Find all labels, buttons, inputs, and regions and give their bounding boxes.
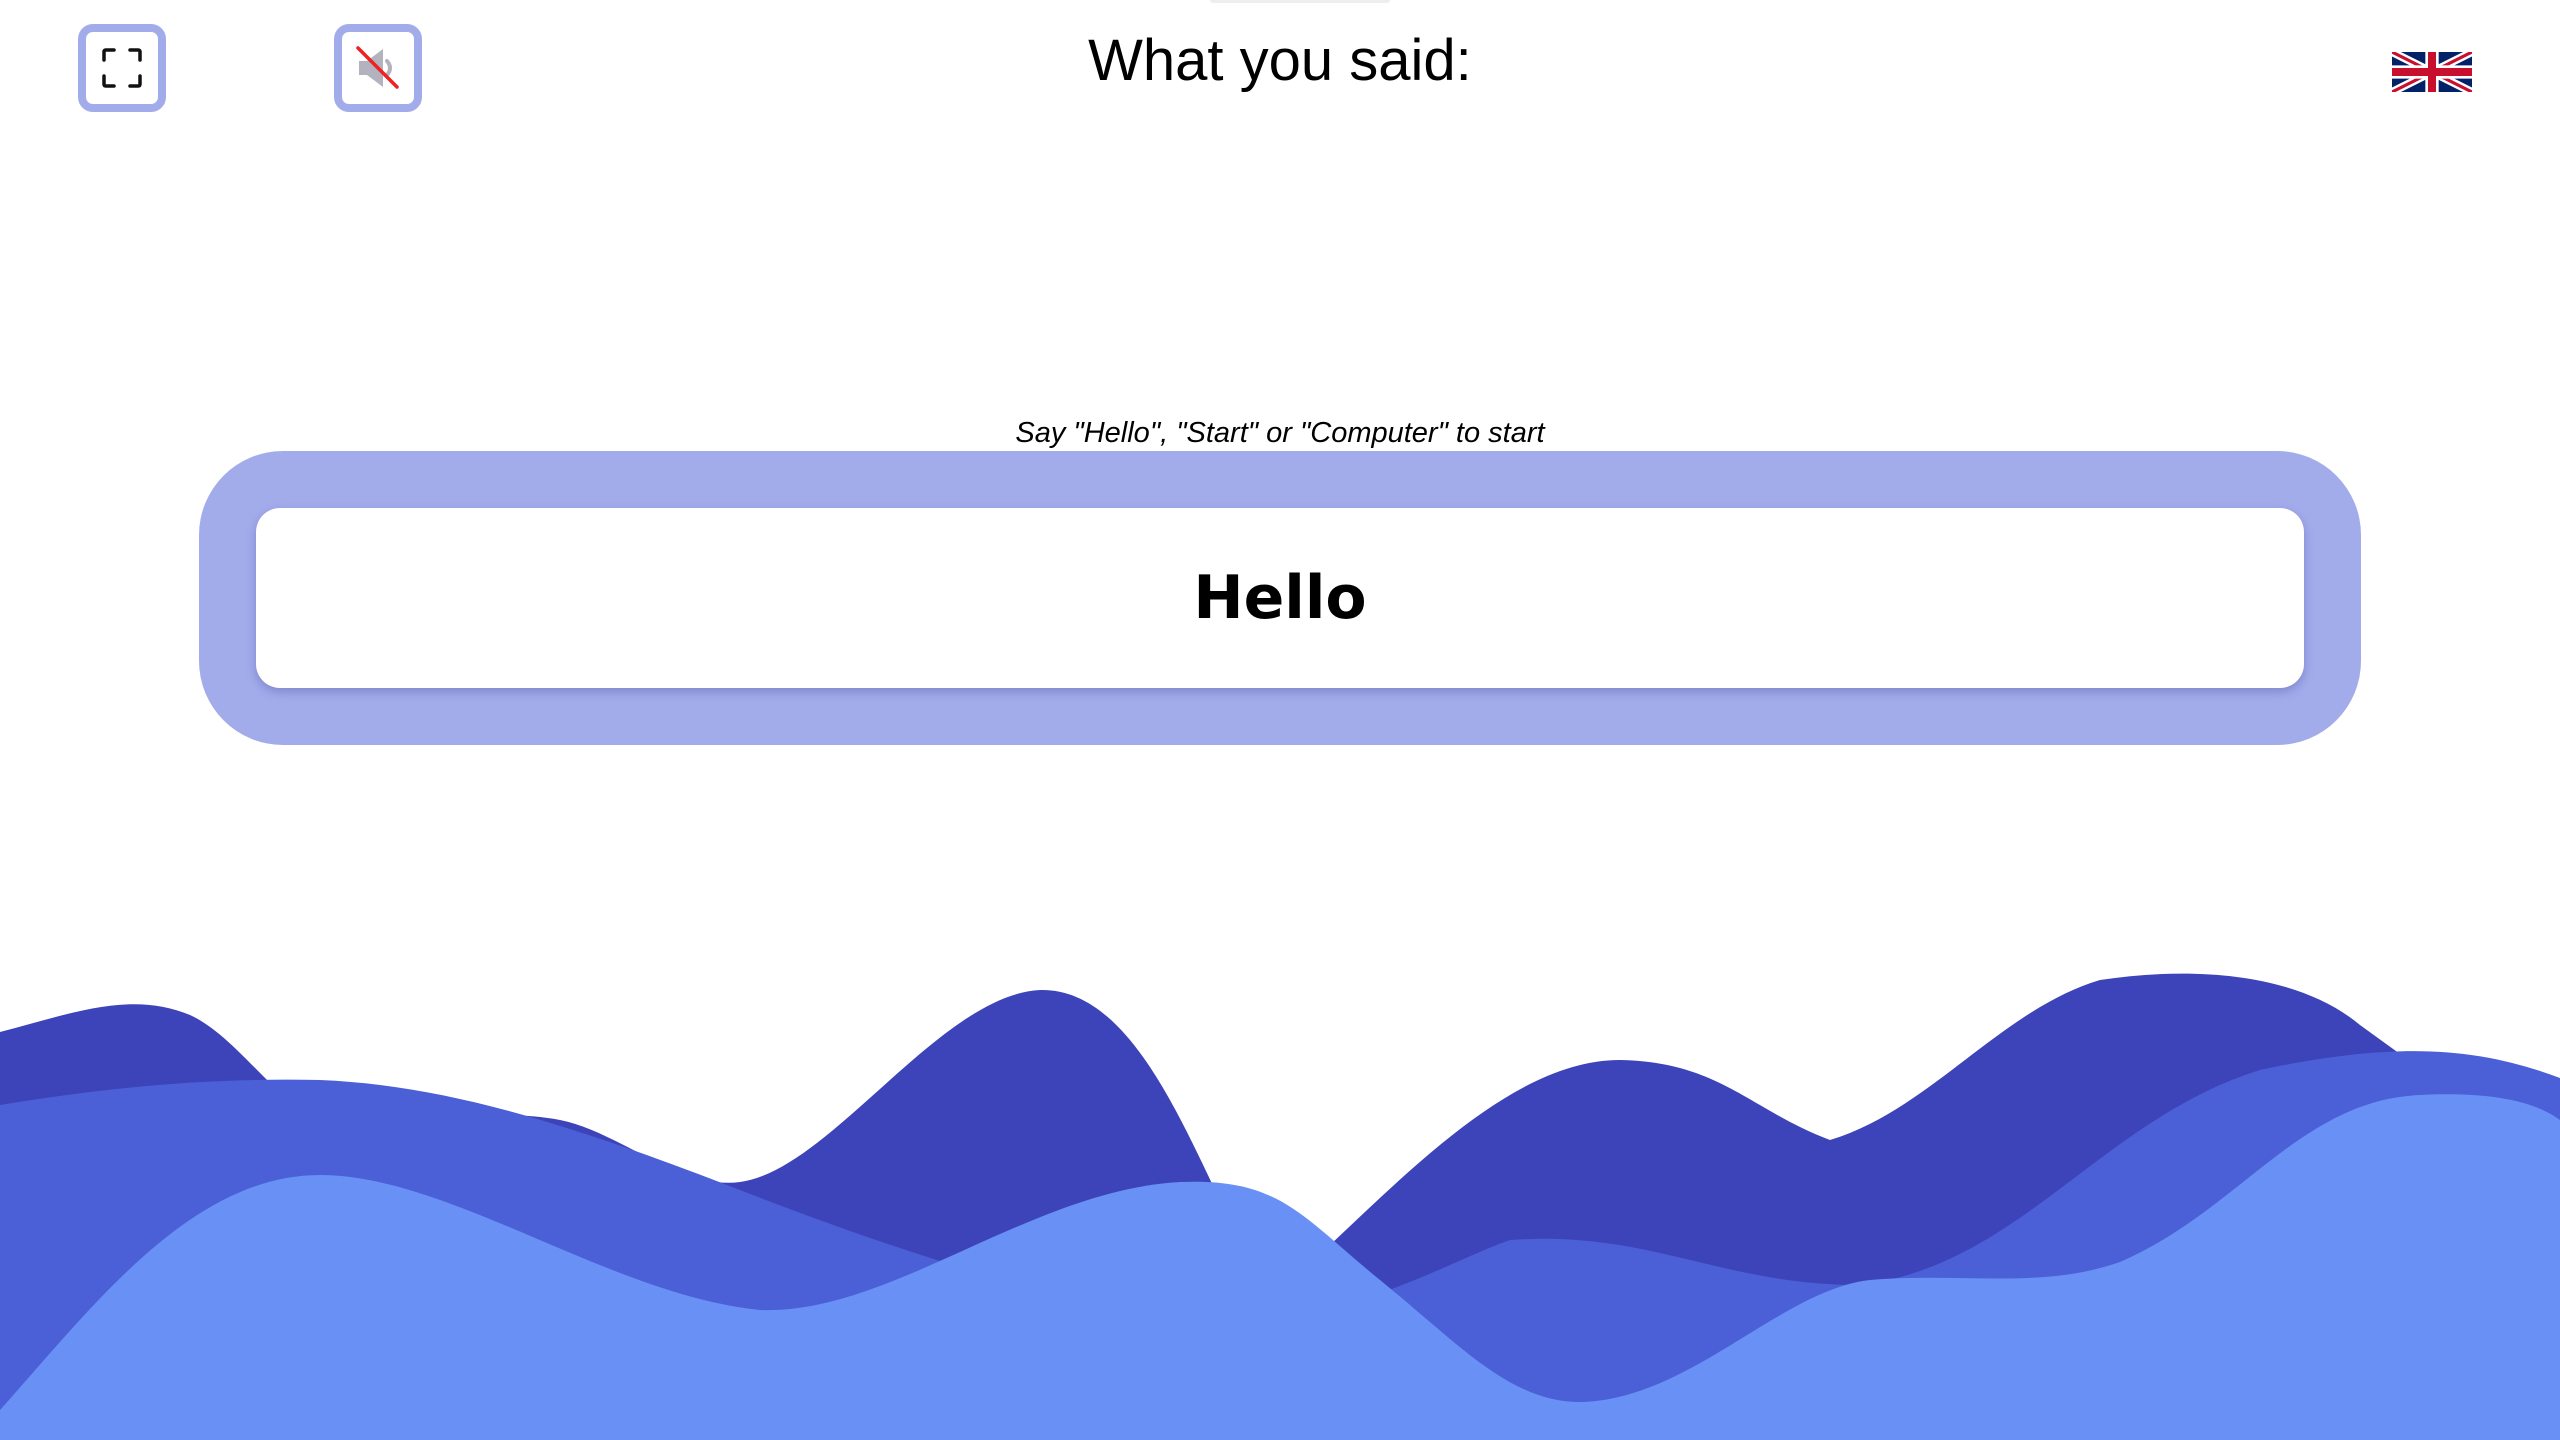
transcript-frame: Hello	[199, 451, 2361, 745]
transcript-box: Hello	[256, 508, 2304, 688]
voice-app-page: What you said: Say "Hello", "Start" or "…	[0, 0, 2560, 1440]
transcript-text: Hello	[1193, 563, 1367, 633]
uk-flag-icon[interactable]	[2392, 52, 2472, 92]
top-tab-indicator	[1210, 0, 1390, 3]
page-title: What you said:	[1088, 28, 1472, 93]
decorative-waves	[0, 973, 2560, 1440]
start-hint: Say "Hello", "Start" or "Computer" to st…	[1015, 417, 1545, 449]
